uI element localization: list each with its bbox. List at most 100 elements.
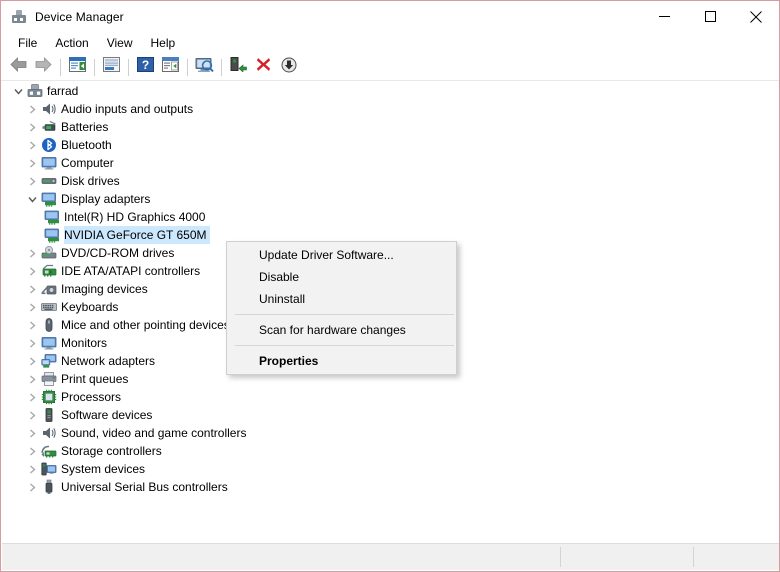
chevron-right-icon[interactable] (24, 388, 40, 406)
scan-hardware-button[interactable] (192, 56, 217, 79)
storage-controller-icon (40, 442, 58, 460)
tree-item-label: System devices (61, 460, 145, 478)
software-device-icon (40, 406, 58, 424)
tree-item-label: Disk drives (61, 172, 120, 190)
tree-root-farrad[interactable]: farrad (2, 82, 780, 100)
chevron-right-icon[interactable] (24, 118, 40, 136)
chevron-down-icon[interactable] (24, 190, 40, 208)
maximize-button[interactable] (687, 1, 733, 32)
context-menu: Update Driver Software... Disable Uninst… (226, 241, 457, 375)
chevron-right-icon[interactable] (24, 478, 40, 496)
disable-device-button[interactable] (276, 56, 301, 79)
back-button[interactable] (6, 56, 31, 79)
chevron-right-icon[interactable] (24, 262, 40, 280)
chevron-right-icon[interactable] (24, 424, 40, 442)
ctx-properties[interactable]: Properties (227, 350, 456, 372)
minimize-button[interactable] (641, 1, 687, 32)
chevron-right-icon[interactable] (24, 352, 40, 370)
tree-item-label: DVD/CD-ROM drives (61, 244, 174, 262)
tree-item-processors[interactable]: Processors (2, 388, 780, 406)
ctx-scan-for-hardware-changes[interactable]: Scan for hardware changes (227, 319, 456, 341)
tree-item-label: Display adapters (61, 190, 150, 208)
chevron-right-icon[interactable] (24, 244, 40, 262)
chevron-right-icon[interactable] (24, 154, 40, 172)
show-hide-console-tree-button[interactable] (65, 56, 90, 79)
chevron-right-icon[interactable] (24, 334, 40, 352)
tree-item-software-devices[interactable]: Software devices (2, 406, 780, 424)
red-x-icon (256, 57, 271, 77)
chevron-right-icon[interactable] (24, 280, 40, 298)
tree-root-label: farrad (47, 82, 78, 100)
tree-item-sound-video-and-game-controllers[interactable]: Sound, video and game controllers (2, 424, 780, 442)
forward-button[interactable] (31, 56, 56, 79)
chevron-right-icon[interactable] (24, 172, 40, 190)
status-panel-3 (694, 544, 780, 570)
chevron-right-icon[interactable] (24, 298, 40, 316)
toolbar-separator (128, 59, 129, 76)
enable-device-icon (230, 57, 247, 77)
tree-item-disk-drives[interactable]: Disk drives (2, 172, 780, 190)
printer-icon (40, 370, 58, 388)
tree-item-label: Mice and other pointing devices (61, 316, 230, 334)
tree-item-label-selected: NVIDIA GeForce GT 650M (64, 226, 207, 244)
menu-help[interactable]: Help (142, 34, 185, 52)
window-controls (641, 1, 779, 32)
system-device-icon (40, 460, 58, 478)
tree-item-label: Universal Serial Bus controllers (61, 478, 228, 496)
speaker-icon (40, 100, 58, 118)
speaker-icon (40, 424, 58, 442)
ctx-update-driver-software[interactable]: Update Driver Software... (227, 244, 456, 266)
tree-item-audio-inputs-and-outputs[interactable]: Audio inputs and outputs (2, 100, 780, 118)
uninstall-device-button[interactable] (251, 56, 276, 79)
menu-action[interactable]: Action (46, 34, 97, 52)
usb-icon (40, 478, 58, 496)
tree-item-intel-hd-graphics-4000[interactable]: Intel(R) HD Graphics 4000 (2, 208, 780, 226)
dvd-drive-icon (40, 244, 58, 262)
chevron-down-icon[interactable] (10, 82, 26, 100)
toolbar-separator (187, 59, 188, 76)
toolbar-separator (60, 59, 61, 76)
help-button[interactable]: ? (133, 56, 158, 79)
chevron-right-icon[interactable] (24, 100, 40, 118)
toolbar: ? (1, 54, 779, 81)
tree-item-label: Network adapters (61, 352, 155, 370)
tree-item-bluetooth[interactable]: Bluetooth (2, 136, 780, 154)
chevron-right-icon[interactable] (24, 370, 40, 388)
menu-bar: File Action View Help (1, 32, 779, 54)
toolbar-separator (221, 59, 222, 76)
help-question-icon: ? (137, 57, 154, 77)
toolbar-separator (94, 59, 95, 76)
context-menu-separator (235, 314, 454, 315)
tree-item-label: Processors (61, 388, 121, 406)
battery-icon (40, 118, 58, 136)
chevron-right-icon[interactable] (24, 136, 40, 154)
chevron-right-icon[interactable] (24, 442, 40, 460)
computer-root-icon (26, 82, 44, 100)
chevron-right-icon[interactable] (24, 460, 40, 478)
monitor-icon (40, 334, 58, 352)
tree-item-label: Storage controllers (61, 442, 162, 460)
menu-view[interactable]: View (98, 34, 142, 52)
enable-device-button[interactable] (226, 56, 251, 79)
properties-button[interactable] (99, 56, 124, 79)
close-button[interactable] (733, 1, 779, 32)
ctx-disable[interactable]: Disable (227, 266, 456, 288)
tree-item-storage-controllers[interactable]: Storage controllers (2, 442, 780, 460)
tree-item-display-adapters[interactable]: Display adapters (2, 190, 780, 208)
chevron-right-icon[interactable] (24, 406, 40, 424)
network-adapter-icon (40, 352, 58, 370)
ctx-uninstall[interactable]: Uninstall (227, 288, 456, 310)
update-driver-button[interactable] (158, 56, 183, 79)
console-tree-icon (69, 57, 86, 77)
menu-file[interactable]: File (9, 34, 46, 52)
tree-item-batteries[interactable]: Batteries (2, 118, 780, 136)
tree-item-computer[interactable]: Computer (2, 154, 780, 172)
disk-drive-icon (40, 172, 58, 190)
tree-item-universal-serial-bus-controllers[interactable]: Universal Serial Bus controllers (2, 478, 780, 496)
scan-hardware-icon (195, 57, 214, 78)
context-menu-separator (235, 345, 454, 346)
tree-item-system-devices[interactable]: System devices (2, 460, 780, 478)
chevron-right-icon[interactable] (24, 316, 40, 334)
display-adapter-icon (40, 190, 58, 208)
window-title: Device Manager (35, 10, 124, 24)
